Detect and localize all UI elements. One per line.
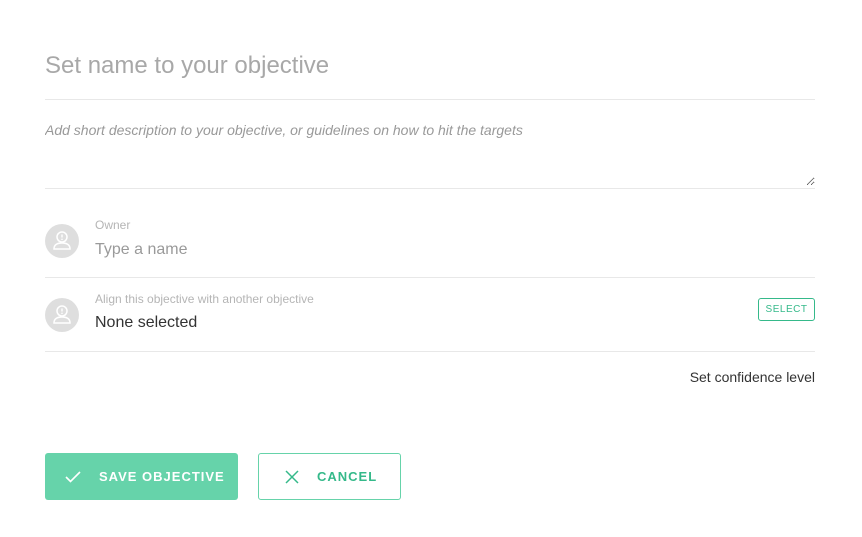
cancel-button[interactable]: CANCEL [258,453,401,500]
divider [45,351,815,352]
objective-name-input[interactable] [45,48,815,84]
select-objective-button[interactable]: SELECT [758,298,815,321]
owner-label: Owner [95,218,131,232]
divider [45,99,815,100]
owner-input[interactable] [95,239,595,261]
divider [45,188,815,189]
save-objective-label: SAVE OBJECTIVE [99,469,225,484]
user-icon [53,231,71,250]
user-icon [53,305,71,324]
cancel-label: CANCEL [317,469,378,484]
objective-description-textarea[interactable] [45,122,815,186]
owner-avatar [45,224,79,258]
set-confidence-level-link[interactable]: Set confidence level [690,369,815,385]
alignment-value: None selected [95,314,198,331]
check-icon [65,470,81,483]
alignment-avatar [45,298,79,332]
close-icon [285,469,299,484]
save-objective-button[interactable]: SAVE OBJECTIVE [45,453,238,500]
divider [45,277,815,278]
alignment-label: Align this objective with another object… [95,292,314,306]
